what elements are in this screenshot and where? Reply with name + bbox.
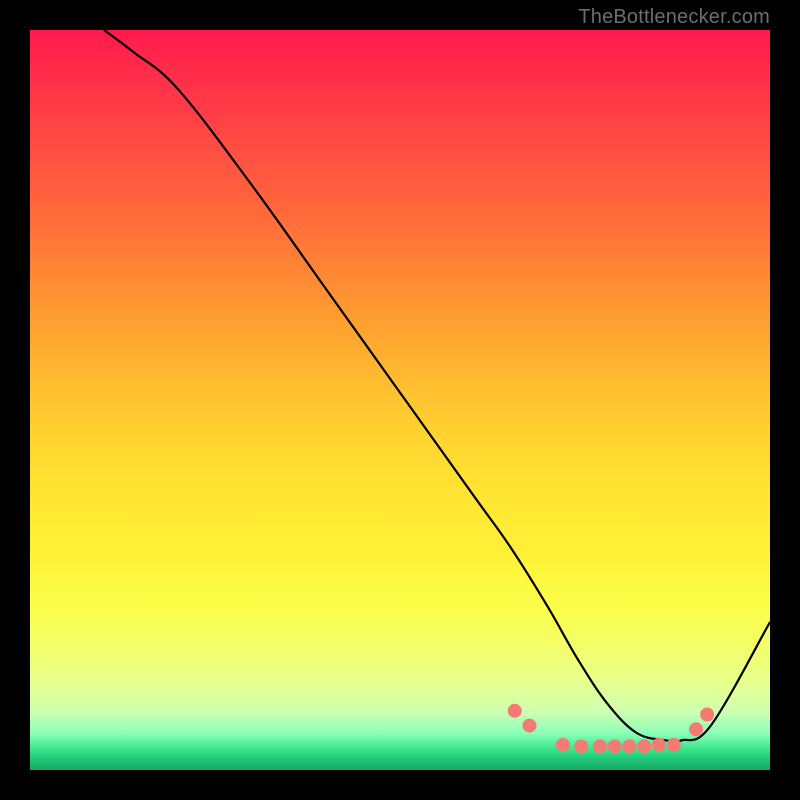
curve-line [104,30,770,742]
chart-frame: TheBottlenecker.com [0,0,800,800]
curve-marker [652,738,666,752]
curve-marker [574,739,588,753]
curve-marker [608,739,622,753]
curve-marker [523,719,537,733]
curve-marker [593,739,607,753]
curve-marker [667,738,681,752]
attribution-text: TheBottlenecker.com [578,6,770,29]
curve-markers [508,704,714,754]
curve-marker [508,704,522,718]
curve-marker [622,739,636,753]
curve-marker [637,739,651,753]
chart-svg [30,30,770,770]
curve-marker [700,708,714,722]
curve-marker [689,722,703,736]
curve-marker [556,738,570,752]
chart-plot-area [30,30,770,770]
